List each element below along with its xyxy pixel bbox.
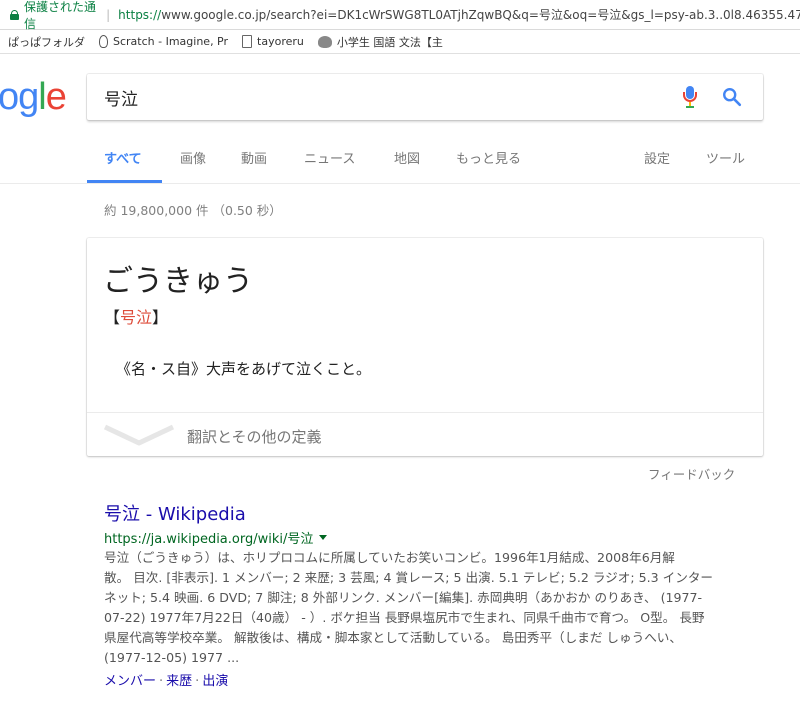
bookmark-label: Scratch - Imagine, Pr xyxy=(113,35,229,48)
url-scheme: https:// xyxy=(118,8,162,22)
search-icon[interactable] xyxy=(721,86,743,108)
dictionary-kanji: 号泣 xyxy=(120,308,153,327)
result-url: https://ja.wikipedia.org/wiki/号泣 xyxy=(104,528,328,547)
bracket-open: 【 xyxy=(104,308,121,327)
tab-images[interactable]: 画像 xyxy=(180,148,206,167)
page-icon xyxy=(242,35,253,48)
feedback-link[interactable]: フィードバック xyxy=(648,464,735,483)
sitelink-members[interactable]: メンバー xyxy=(104,674,156,689)
card-divider xyxy=(87,412,763,413)
snippet-line: 県屋代高等学校卒業。 解散後は、構成・脚本家として活動している。 島田秀平（しま… xyxy=(104,630,682,645)
tab-settings[interactable]: 設定 xyxy=(644,148,670,167)
address-separator: | xyxy=(106,7,111,22)
url-text[interactable]: https://www.google.co.jp/search?ei=DK1cW… xyxy=(118,6,800,23)
sitelink-separator: · xyxy=(195,674,200,689)
chevron-down-icon[interactable] xyxy=(103,424,175,446)
snippet-line: ネット; 5.4 映画. 6 DVD; 7 脚注; 8 外部リンク. メンバー[… xyxy=(104,590,703,605)
secure-label: 保護された通信 xyxy=(23,0,96,31)
tab-news[interactable]: ニュース xyxy=(304,148,355,167)
logo-letter: g xyxy=(18,76,39,118)
search-box xyxy=(87,74,763,120)
snippet-line: 号泣（ごうきゅう）は、ホリプロコムに所属していたお笑いコンビ。1996年1月結成… xyxy=(104,550,675,565)
bookmark-label: ぱっぱフォルダ xyxy=(8,35,85,49)
bookmark-item[interactable]: 小学生 国語 文法【主 xyxy=(317,34,443,50)
microphone-icon[interactable] xyxy=(683,86,697,110)
dictionary-reading: ごうきゅう xyxy=(103,264,253,299)
result-snippet: 号泣（ごうきゅう）は、ホリプロコムに所属していたお笑いコンビ。1996年1月結成… xyxy=(104,548,749,668)
sitelink-history[interactable]: 来歴 xyxy=(166,674,192,689)
bookmarks-bar: ぱっぱフォルダ Scratch - Imagine, Pr tayoreru 小… xyxy=(0,30,800,54)
tab-all[interactable]: すべて xyxy=(104,148,142,167)
bookmark-item[interactable]: Scratch - Imagine, Pr xyxy=(99,35,228,48)
dictionary-kanji-row: 【号泣】 xyxy=(104,304,168,328)
search-tabs: すべて 画像 動画 ニュース 地図 もっと見る 設定 ツール xyxy=(0,140,800,184)
dictionary-definition: 《名・ス自》大声をあげて泣くこと。 xyxy=(116,360,372,378)
snippet-line: 07-22) 1977年7月22日（40歳） - ）. ボケ担当 長野県塩尻市で… xyxy=(104,610,705,625)
sitelink-appearances[interactable]: 出演 xyxy=(202,674,228,689)
logo-letter: e xyxy=(45,76,67,118)
snippet-line: (1977-12-05) 1977 ... xyxy=(104,650,240,665)
active-tab-indicator xyxy=(87,180,162,183)
address-bar[interactable]: 保護された通信 | https://www.google.co.jp/searc… xyxy=(0,0,800,31)
snippet-line: 散。 目次. [非表示]. 1 メンバー; 2 来歴; 3 芸風; 4 賞レース… xyxy=(104,570,714,585)
sitelink-separator: · xyxy=(159,674,164,689)
dictionary-card: ごうきゅう 【号泣】 《名・ス自》大声をあげて泣くこと。 翻訳とその他の定義 xyxy=(87,238,763,456)
bookmark-item[interactable]: ぱっぱフォルダ xyxy=(8,34,85,50)
logo-letter: l xyxy=(38,76,47,118)
tab-more[interactable]: もっと見る xyxy=(456,148,521,167)
tab-tools[interactable]: ツール xyxy=(706,148,745,167)
bracket-close: 】 xyxy=(152,308,169,327)
lock-icon xyxy=(10,9,19,20)
bookmark-label: 小学生 国語 文法【主 xyxy=(336,35,443,49)
owl-icon xyxy=(317,35,332,48)
more-definitions-link[interactable]: 翻訳とその他の定義 xyxy=(187,426,322,447)
result-url-text: https://ja.wikipedia.org/wiki/号泣 xyxy=(104,532,314,547)
bookmark-item[interactable]: tayoreru xyxy=(242,35,304,48)
google-logo[interactable]: ogle xyxy=(0,76,67,119)
result-stats: 約 19,800,000 件 （0.50 秒） xyxy=(104,203,282,218)
bookmark-label: tayoreru xyxy=(257,35,304,48)
url-dropdown-icon[interactable] xyxy=(319,535,328,540)
sitelinks: メンバー · 来歴 · 出演 xyxy=(104,670,228,689)
search-input[interactable] xyxy=(104,84,644,110)
result-title-link[interactable]: 号泣 - Wikipedia xyxy=(104,500,246,526)
url-rest: www.google.co.jp/search?ei=DK1cWrSWG8TL0… xyxy=(161,8,800,22)
tab-maps[interactable]: 地図 xyxy=(394,148,420,167)
scratch-icon xyxy=(99,35,108,48)
tab-videos[interactable]: 動画 xyxy=(241,148,267,167)
logo-letter: o xyxy=(0,76,19,118)
